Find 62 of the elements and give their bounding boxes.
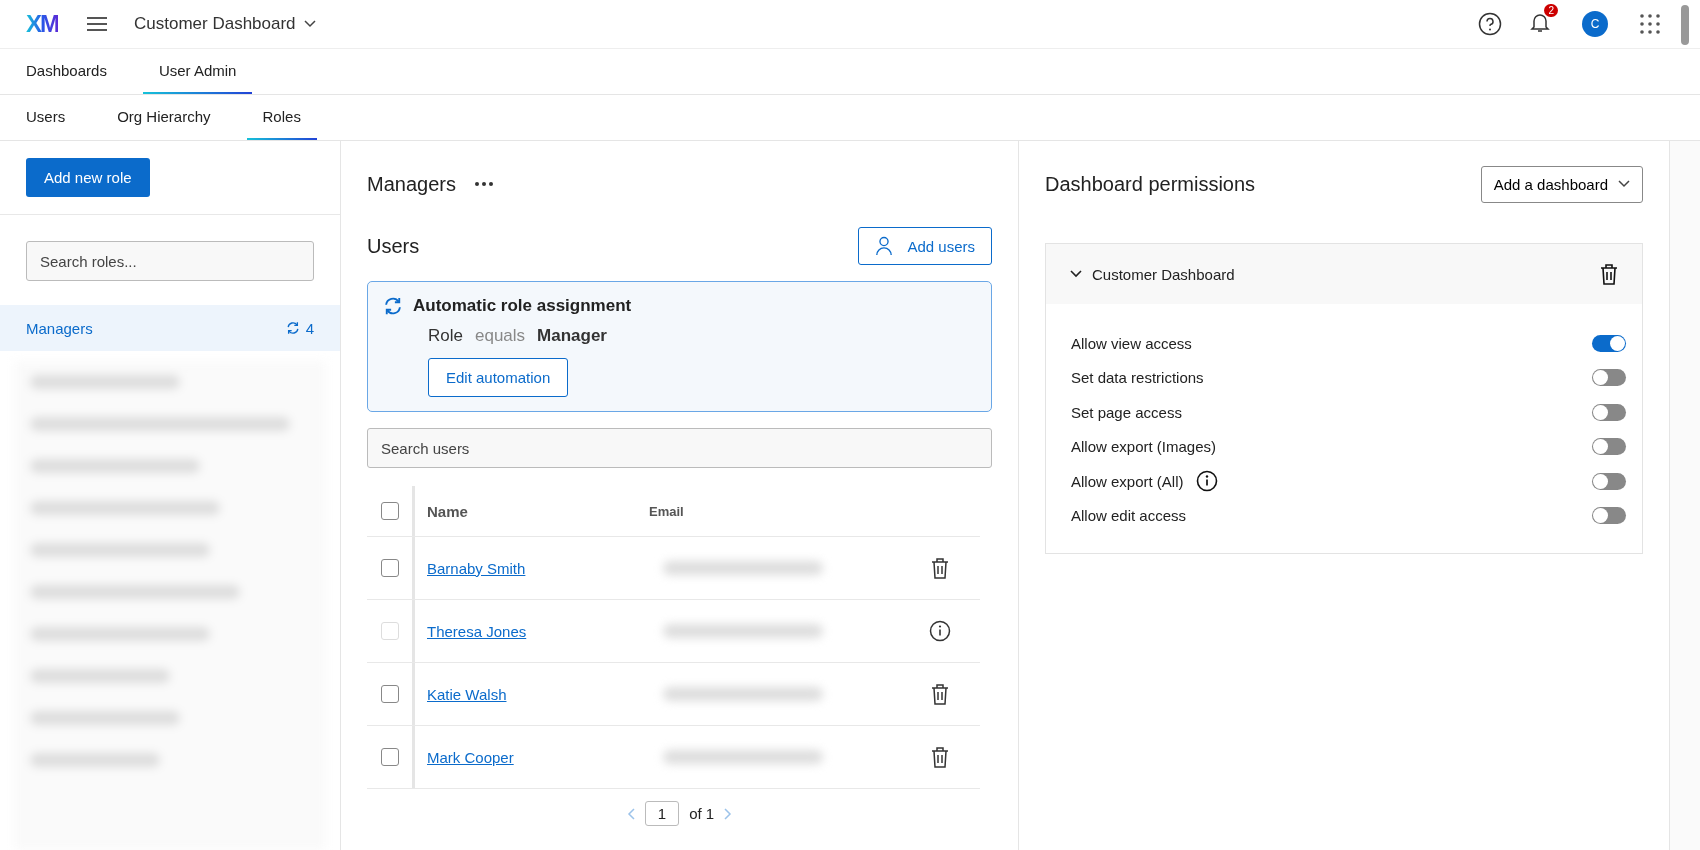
permission-label: Allow export (All) [1071,472,1184,490]
page-number-field[interactable]: 1 [644,801,680,826]
rule-value: Manager [537,326,607,346]
add-role-button[interactable]: Add new role [26,158,150,197]
automation-title: Automatic role assignment [413,296,632,316]
caret-icon [1618,180,1630,188]
trash-icon[interactable] [931,557,949,579]
permission-toggle[interactable] [1592,472,1626,490]
permission-label: Set page access [1071,403,1182,421]
nav-tab[interactable]: Users [10,95,82,140]
notification-count: 2 [1544,4,1558,17]
nav-tab[interactable]: Dashboards [10,49,123,94]
permission-label: Set data restrictions [1071,369,1204,387]
add-users-button[interactable]: Add users [858,227,992,265]
column-header: Email [649,503,684,519]
permission-toggle[interactable] [1592,507,1626,525]
dashboard-selector[interactable]: Customer Dashboard [134,14,316,34]
permissions-title: Dashboard permissions [1045,172,1256,196]
menu-icon[interactable] [86,16,108,32]
add-dashboard-dropdown[interactable]: Add a dashboard [1480,165,1643,203]
permission-toggle[interactable] [1592,334,1626,352]
nav-tab[interactable]: Roles [246,95,317,140]
caret-icon [303,20,316,28]
role-item[interactable]: Managers 4 [0,305,340,351]
nav-tab[interactable]: User Admin [142,49,253,94]
permission-toggle[interactable] [1592,403,1626,421]
nav-tab[interactable]: Org Hierarchy [101,95,227,140]
trash-icon[interactable] [931,683,949,705]
dashboard-name: Customer Dashboard [1092,265,1236,283]
trash-icon[interactable] [1600,263,1618,285]
permission-toggle[interactable] [1592,438,1626,456]
row-checkbox[interactable] [380,559,399,577]
search-roles-field[interactable]: Search roles... [26,241,314,281]
permission-label: Allow edit access [1071,507,1187,525]
help-icon[interactable] [1478,12,1502,36]
page-count: of 1 [689,805,715,822]
rule-operator: equals [474,326,526,346]
search-users-field[interactable]: Search users [367,428,992,468]
chevron-icon[interactable] [1070,270,1082,278]
rule-field: Role [428,326,463,346]
permission-toggle[interactable] [1592,369,1626,387]
sync-icon [285,321,300,335]
permission-label: Allow export (Images) [1071,438,1217,456]
user-name-link[interactable]: Mark Cooper [427,748,514,766]
more-options-icon[interactable] [473,181,494,187]
role-title: Managers [367,172,456,196]
user-name-link[interactable]: Barnaby Smith [427,559,526,577]
select-all-checkbox[interactable] [380,502,399,520]
trash-icon[interactable] [931,746,949,768]
row-checkbox[interactable] [380,685,399,703]
info-icon[interactable] [1195,470,1218,493]
edit-automation-button[interactable]: Edit automation [428,358,569,397]
users-heading: Users [367,234,420,258]
sync-icon [383,296,403,316]
user-avatar[interactable]: C [1582,11,1608,37]
scrollbar-thumb[interactable] [1681,5,1689,45]
permission-label: Allow view access [1071,334,1192,352]
column-header: Name [427,502,468,520]
apps-grid-icon[interactable] [1640,14,1660,34]
user-name-link[interactable]: Katie Walsh [427,685,507,703]
person-icon [875,236,894,256]
row-checkbox[interactable] [380,748,399,766]
